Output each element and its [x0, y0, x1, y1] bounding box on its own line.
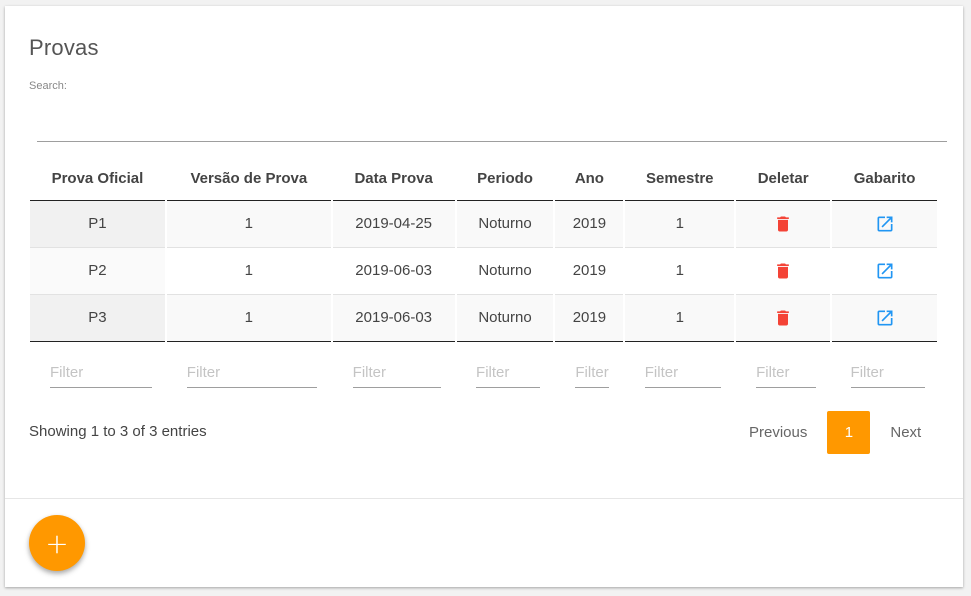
filter-input-deletar[interactable]	[756, 357, 817, 388]
cell-semestre: 1	[624, 294, 737, 342]
column-header-gabarito[interactable]: Gabarito	[831, 158, 939, 201]
table-info: Showing 1 to 3 of 3 entries	[29, 423, 207, 440]
filter-row	[30, 341, 938, 388]
column-header-prova-oficial[interactable]: Prova Oficial	[30, 158, 167, 201]
filter-input-ano[interactable]	[575, 357, 610, 388]
trash-icon[interactable]	[773, 261, 793, 281]
column-header-periodo[interactable]: Periodo	[455, 158, 556, 201]
column-header-semestre[interactable]: Semestre	[624, 158, 737, 201]
column-header-data-prova[interactable]: Data Prova	[331, 158, 457, 201]
cell-prova: P2	[30, 247, 167, 295]
cell-periodo: Noturno	[455, 200, 556, 248]
pagination: Previous 1 Next	[735, 411, 935, 454]
plus-icon: +	[45, 526, 69, 560]
trash-icon[interactable]	[773, 308, 793, 328]
cell-semestre: 1	[624, 247, 737, 295]
next-button[interactable]: Next	[876, 411, 935, 454]
cell-ano: 2019	[554, 200, 626, 248]
column-header-deletar[interactable]: Deletar	[735, 158, 833, 201]
cell-data: 2019-06-03	[331, 247, 457, 295]
filter-input-semestre[interactable]	[644, 357, 721, 388]
trash-icon[interactable]	[773, 214, 793, 234]
column-header-ano[interactable]: Ano	[554, 158, 626, 201]
cell-periodo: Noturno	[455, 294, 556, 342]
filter-input-gabarito[interactable]	[850, 357, 925, 388]
cell-gabarito	[831, 247, 939, 295]
filter-input-data-prova[interactable]	[352, 357, 441, 388]
cell-deletar	[735, 247, 833, 295]
filter-input-prova-oficial[interactable]	[49, 357, 152, 388]
filter-input-versao-de-prova[interactable]	[186, 357, 317, 388]
cell-ano: 2019	[554, 247, 626, 295]
open-in-new-icon[interactable]	[875, 261, 895, 281]
cell-versao: 1	[165, 200, 333, 248]
search-input[interactable]	[37, 116, 947, 142]
card-divider	[5, 498, 963, 499]
cell-prova: P3	[30, 294, 167, 342]
cell-versao: 1	[165, 247, 333, 295]
table-row: P1 1 2019-04-25 Noturno 2019 1	[30, 200, 939, 248]
page-title: Provas	[29, 35, 99, 60]
open-in-new-icon[interactable]	[875, 308, 895, 328]
table-row: P3 1 2019-06-03 Noturno 2019 1	[30, 294, 939, 342]
cell-versao: 1	[165, 294, 333, 342]
add-prova-button[interactable]: +	[29, 515, 85, 571]
cell-periodo: Noturno	[455, 247, 556, 295]
cell-gabarito	[831, 200, 939, 248]
provas-table: Prova Oficial Versão de Prova Data Prova…	[30, 158, 939, 388]
filter-input-periodo[interactable]	[476, 357, 541, 388]
column-header-versao-de-prova[interactable]: Versão de Prova	[165, 158, 333, 201]
cell-data: 2019-04-25	[331, 200, 457, 248]
header-row: Prova Oficial Versão de Prova Data Prova…	[30, 158, 939, 201]
cell-deletar	[735, 200, 833, 248]
cell-ano: 2019	[554, 294, 626, 342]
page-button-current[interactable]: 1	[827, 411, 871, 454]
cell-gabarito	[831, 294, 939, 342]
previous-button[interactable]: Previous	[735, 411, 821, 454]
search-label: Search:	[29, 80, 67, 92]
cell-deletar	[735, 294, 833, 342]
open-in-new-icon[interactable]	[875, 214, 895, 234]
cell-prova: P1	[30, 200, 167, 248]
cell-semestre: 1	[624, 200, 737, 248]
table-row: P2 1 2019-06-03 Noturno 2019 1	[30, 247, 939, 295]
provas-card: Provas Search: Prova Oficial Versão de P…	[5, 6, 963, 587]
cell-data: 2019-06-03	[331, 294, 457, 342]
